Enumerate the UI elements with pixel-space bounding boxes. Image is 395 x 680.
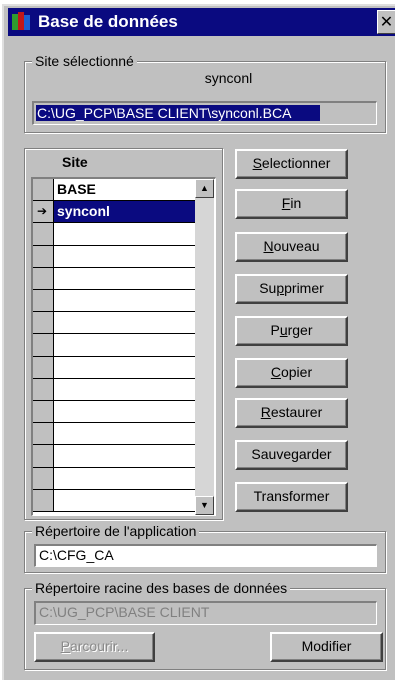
site-cell[interactable] [54,401,195,424]
modifier-button[interactable]: Modifier [270,632,383,662]
title-bar[interactable]: Base de données ✕ [8,8,395,36]
restaurer-button[interactable]: Restaurer [235,398,348,428]
site-cell[interactable] [54,379,195,401]
site-row[interactable]: ➔ synconl [33,201,195,224]
site-cell[interactable] [54,357,195,379]
site-row[interactable] [33,489,195,512]
row-selector[interactable] [33,489,54,512]
site-row[interactable] [33,267,195,290]
site-row[interactable]: BASE [33,179,195,202]
site-row[interactable] [33,445,195,468]
fin-button[interactable]: Fin [235,189,348,219]
site-column-header: Site [62,154,88,170]
site-cell[interactable]: BASE [54,179,195,202]
site-cell[interactable]: synconl [54,201,195,224]
site-cell[interactable] [54,445,195,468]
selected-site-path-text: C:\UG_PCP\BASE CLIENT\synconl.BCA [37,105,292,121]
row-selector[interactable] [33,312,54,335]
copier-button[interactable]: Copier [235,358,348,388]
site-cell[interactable] [54,468,195,490]
site-cell[interactable] [54,223,195,246]
site-grid-scrollbar[interactable]: ▲ ▼ [195,179,214,515]
site-cell[interactable] [54,268,195,290]
site-cell[interactable] [54,312,195,335]
close-icon[interactable]: ✕ [377,10,395,34]
row-selector[interactable]: ➔ [33,201,54,224]
db-root-input: C:\UG_PCP\BASE CLIENT [34,601,377,625]
row-selector[interactable] [33,401,54,424]
selectionner-button[interactable]: Selectionner [235,149,348,179]
row-selector[interactable] [33,378,54,401]
site-cell[interactable] [54,334,195,357]
row-selector[interactable] [33,223,54,246]
site-row[interactable] [33,378,195,401]
site-cell[interactable] [54,290,195,313]
transformer-button[interactable]: Transformer [235,482,348,512]
row-selector[interactable] [33,467,54,490]
site-row[interactable] [33,467,195,490]
supprimer-button[interactable]: Supprimer [235,274,348,304]
database-app-icon [12,12,30,32]
db-root-legend: Répertoire racine des bases de données [32,580,291,596]
selected-site-legend: Site sélectionné [32,53,137,69]
scroll-down-icon[interactable]: ▼ [195,496,214,515]
scroll-up-icon[interactable]: ▲ [195,179,214,198]
site-grid[interactable]: BASE ➔ synconl ▲ ▼ [31,177,216,516]
row-selector[interactable] [33,245,54,268]
row-selector[interactable] [33,423,54,446]
row-selector[interactable] [33,267,54,290]
nouveau-button[interactable]: Nouveau [235,232,348,262]
row-selector[interactable] [33,179,54,202]
site-row[interactable] [33,223,195,246]
site-row[interactable] [33,245,195,268]
row-selector[interactable] [33,445,54,468]
site-row[interactable] [33,356,195,379]
app-dir-legend: Répertoire de l'application [32,523,200,539]
site-cell[interactable] [54,246,195,268]
site-row[interactable] [33,312,195,335]
row-selector[interactable] [33,334,54,357]
sauvegarder-button[interactable]: Sauvegarder [235,440,348,470]
purger-button[interactable]: Purger [235,316,348,346]
row-selector[interactable] [33,356,54,379]
current-row-arrow-icon: ➔ [37,204,48,219]
site-row[interactable] [33,401,195,424]
site-row[interactable] [33,334,195,357]
site-row[interactable] [33,290,195,313]
site-cell[interactable] [54,490,195,512]
site-cell[interactable] [54,423,195,446]
app-dir-input[interactable]: C:\CFG_CA [34,544,377,567]
window-title: Base de données [38,12,178,31]
row-selector[interactable] [33,290,54,313]
parcourir-button[interactable]: Parcourir... [34,632,155,662]
site-row[interactable] [33,423,195,446]
selected-site-name: synconl [204,70,253,86]
